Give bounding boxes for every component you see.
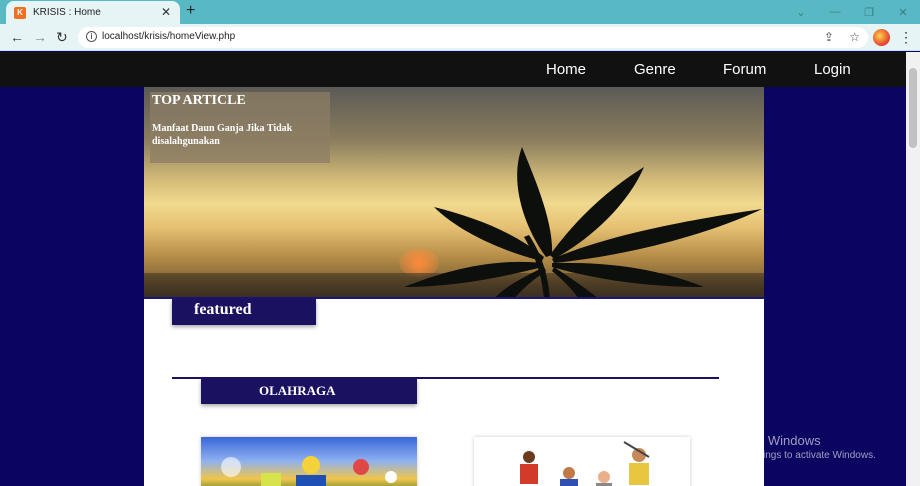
window-controls: ⌄ — ❐ ✕ [784,0,920,24]
omnibox-actions: ⇪ ☆ [824,30,860,44]
cannabis-leaf-icon [404,147,762,299]
nav-home-link[interactable]: Home [546,61,586,78]
article-card-thumbnail[interactable] [474,437,690,486]
top-article-title[interactable]: Manfaat Daun Ganja Jika Tidak disalahgun… [152,122,328,148]
restore-icon[interactable]: ❐ [852,0,886,24]
browser-tab-bar: K KRISIS : Home ✕ + ⌄ — ❐ ✕ [0,0,920,24]
new-tab-icon[interactable]: + [186,3,195,19]
minimize-icon[interactable]: — [818,0,852,24]
site-navbar: Home Genre Forum Login [0,52,906,87]
url-text: localhost/krisis/homeView.php [102,31,236,42]
top-article-box[interactable]: TOP ARTICLE Manfaat Daun Ganja Jika Tida… [150,92,330,163]
windows-activation-watermark: Activate Windows Go to Settings to activ… [718,433,876,461]
article-card-thumbnail[interactable] [201,437,417,486]
sports-players-image [520,441,650,486]
close-tab-icon[interactable]: ✕ [161,6,171,18]
tab-search-icon[interactable]: ⌄ [784,0,818,24]
forward-arrow-icon[interactable]: → [33,29,47,45]
close-window-icon[interactable]: ✕ [886,0,920,24]
nav-genre-link[interactable]: Genre [634,61,676,78]
tab-title: KRISIS : Home [33,7,101,18]
page-viewport: Home Genre Forum Login TOP ARTICLE Manfa… [0,52,906,486]
page-scrollbar[interactable] [906,52,920,486]
watermark-subtitle: Go to Settings to activate Windows. [718,450,876,461]
nav-forum-link[interactable]: Forum [723,61,766,78]
profile-avatar-icon[interactable] [873,29,890,46]
watermark-title: Activate Windows [718,433,821,448]
section-label-olahraga[interactable]: OLAHRAGA [201,379,417,404]
nav-login-link[interactable]: Login [814,61,851,78]
browser-tab[interactable]: K KRISIS : Home ✕ [6,1,180,24]
bookmark-star-icon[interactable]: ☆ [849,30,860,44]
featured-label: featured [172,299,316,325]
sports-collage-image [221,456,397,486]
reload-icon[interactable]: ↻ [56,29,68,45]
url-input[interactable]: i localhost/krisis/homeView.php ⇪ ☆ [78,27,868,48]
address-bar-row: ← → ↻ i localhost/krisis/homeView.php ⇪ … [0,24,920,51]
xampp-favicon-icon: K [14,6,26,19]
back-arrow-icon[interactable]: ← [10,29,24,45]
site-info-icon[interactable]: i [86,31,97,42]
main-content: TOP ARTICLE Manfaat Daun Ganja Jika Tida… [144,87,764,486]
scrollbar-thumb[interactable] [909,68,917,148]
share-icon[interactable]: ⇪ [824,30,834,44]
hero-banner[interactable]: TOP ARTICLE Manfaat Daun Ganja Jika Tida… [144,87,764,299]
browser-menu-icon[interactable]: ⋮ [899,29,913,46]
top-article-heading: TOP ARTICLE [152,93,246,108]
